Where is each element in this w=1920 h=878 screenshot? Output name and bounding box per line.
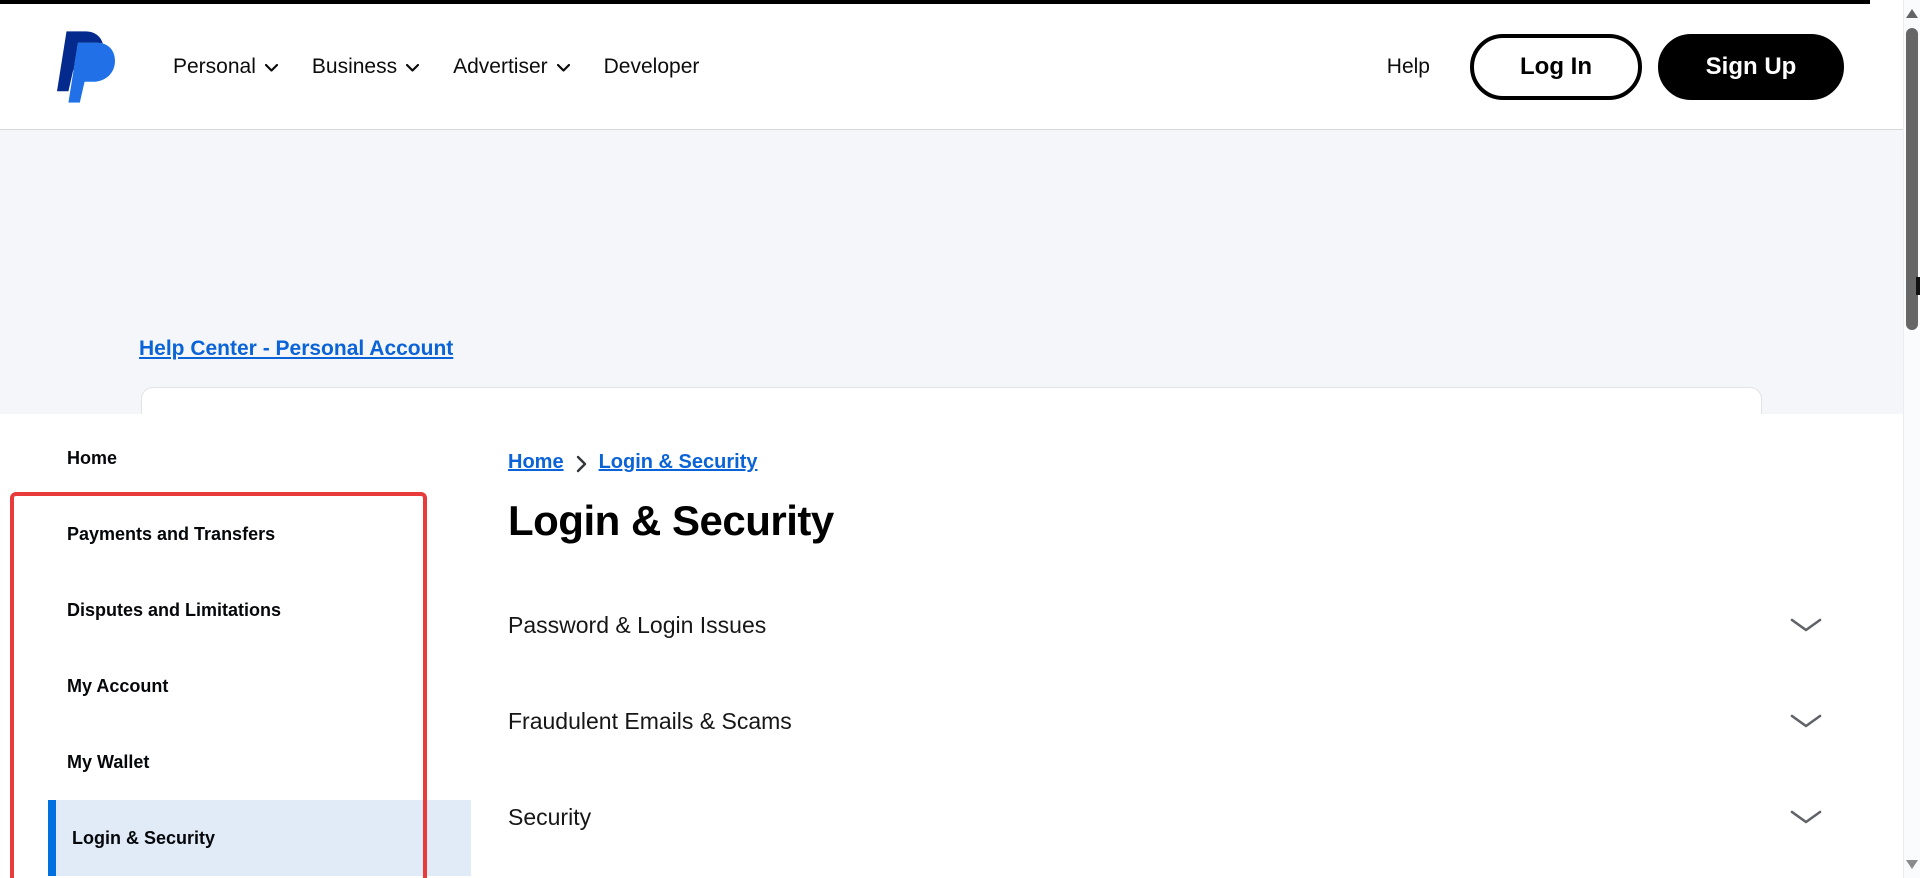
- nav-item-label: Advertiser: [453, 55, 548, 79]
- paypal-logo-icon: [57, 31, 115, 103]
- sidebar-item-label: My Account: [67, 676, 168, 697]
- nav-item-personal[interactable]: Personal: [173, 55, 278, 79]
- chevron-down-icon: [265, 64, 278, 72]
- sidebar-item-label: Home: [67, 448, 117, 469]
- paypal-logo[interactable]: [57, 30, 117, 104]
- sidebar-item-login-and-security[interactable]: Login & Security: [48, 800, 471, 876]
- help-center-personal-account-link[interactable]: Help Center - Personal Account: [139, 337, 453, 361]
- breadcrumb: Home Login & Security: [508, 451, 1830, 474]
- sidebar-item-label: Login & Security: [72, 828, 215, 849]
- sidebar-item-label: My Wallet: [67, 752, 149, 773]
- topic-accordion: Password & Login Issues Fraudulent Email…: [508, 577, 1830, 865]
- chevron-down-icon: [1790, 714, 1822, 728]
- accordion-item-password-login-issues[interactable]: Password & Login Issues: [508, 577, 1830, 673]
- vertical-scrollbar[interactable]: [1903, 0, 1920, 878]
- nav-item-label: Developer: [604, 55, 700, 79]
- sidebar-item-label: Disputes and Limitations: [67, 600, 281, 621]
- mouse-pointer-artifact: [1916, 277, 1920, 295]
- accordion-item-label: Security: [508, 804, 591, 831]
- accordion-item-label: Password & Login Issues: [508, 612, 766, 639]
- main-content-area: Home Payments and Transfers Disputes and…: [0, 414, 1903, 878]
- nav-item-business[interactable]: Business: [312, 55, 419, 79]
- primary-nav: Personal Business Advertiser Developer: [173, 55, 699, 79]
- sidebar-item-home[interactable]: Home: [0, 420, 480, 496]
- breadcrumb-home-link[interactable]: Home: [508, 451, 564, 474]
- help-topics-sidebar: Home Payments and Transfers Disputes and…: [0, 420, 480, 876]
- accordion-item-security[interactable]: Security: [508, 769, 1830, 865]
- top-navbar: Personal Business Advertiser Developer: [0, 4, 1903, 130]
- sidebar-item-my-wallet[interactable]: My Wallet: [0, 724, 480, 800]
- nav-item-advertiser[interactable]: Advertiser: [453, 55, 570, 79]
- topic-content: Home Login & Security Login & Security P…: [508, 414, 1830, 865]
- breadcrumb-login-security-link[interactable]: Login & Security: [599, 451, 758, 474]
- chevron-down-icon: [557, 64, 570, 72]
- sidebar-item-label: Payments and Transfers: [67, 524, 275, 545]
- scroll-up-arrow-icon[interactable]: [1906, 9, 1918, 18]
- accordion-item-fraudulent-emails-scams[interactable]: Fraudulent Emails & Scams: [508, 673, 1830, 769]
- active-item-indicator: [48, 800, 56, 876]
- help-center-hero: Help Center - Personal Account: [0, 130, 1903, 414]
- nav-item-label: Business: [312, 55, 397, 79]
- nav-item-developer[interactable]: Developer: [604, 55, 700, 79]
- chevron-down-icon: [1790, 810, 1822, 824]
- accordion-item-label: Fraudulent Emails & Scams: [508, 708, 792, 735]
- nav-item-label: Personal: [173, 55, 256, 79]
- sidebar-item-disputes-and-limitations[interactable]: Disputes and Limitations: [0, 572, 480, 648]
- sidebar-item-payments-and-transfers[interactable]: Payments and Transfers: [0, 496, 480, 572]
- nav-right-actions: Help Log In Sign Up: [1387, 34, 1844, 100]
- log-in-button[interactable]: Log In: [1470, 34, 1642, 100]
- help-link[interactable]: Help: [1387, 55, 1430, 79]
- sidebar-item-my-account[interactable]: My Account: [0, 648, 480, 724]
- sign-up-button[interactable]: Sign Up: [1658, 34, 1844, 100]
- page: Personal Business Advertiser Developer: [0, 0, 1920, 878]
- chevron-down-icon: [406, 64, 419, 72]
- scroll-down-arrow-icon[interactable]: [1906, 860, 1918, 869]
- page-title: Login & Security: [508, 497, 1830, 545]
- chevron-right-icon: [576, 455, 587, 473]
- chevron-down-icon: [1790, 618, 1822, 632]
